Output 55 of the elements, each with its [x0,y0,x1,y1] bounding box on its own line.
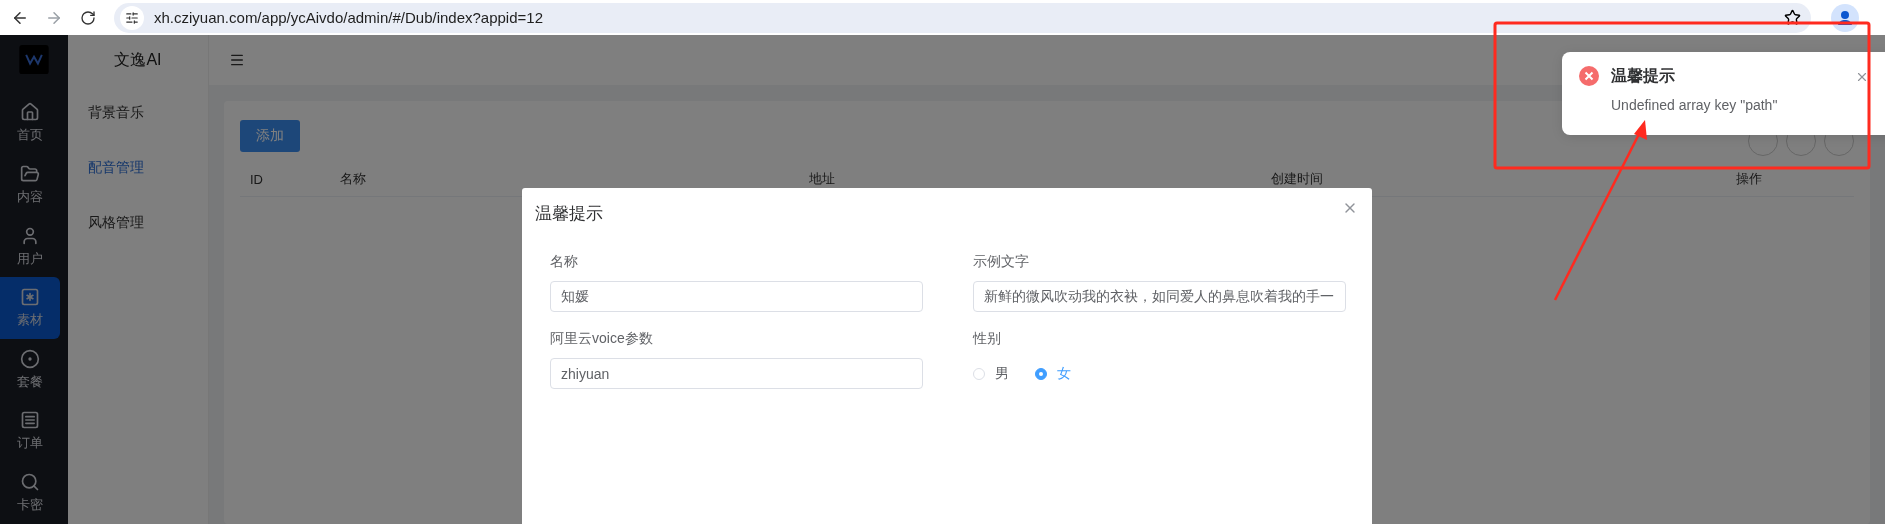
nav-item[interactable]: 内容 [0,154,60,216]
input-field[interactable]: 新鲜的微风吹动我的衣袂，如同爱人的鼻息吹着我的手一 [973,281,1346,312]
nav-item[interactable]: 卡密 [0,462,60,524]
user-icon [20,225,40,246]
notification-message: Undefined array key "path" [1611,97,1778,113]
submenu-item[interactable]: 风格管理 [68,195,208,250]
menu-icon[interactable] [229,52,245,68]
nav-label: 用户 [17,249,43,268]
column-header: ID [249,171,264,187]
nav-label: 素材 [17,311,43,330]
input-field[interactable]: zhiyuan [550,358,923,389]
submenu-item[interactable]: 背景音乐 [68,85,208,140]
error-icon [1579,66,1599,86]
nav-label: 卡密 [17,496,43,515]
nav-item[interactable]: 套餐 [0,339,60,401]
column-header: 地址 [808,170,836,188]
field-label: 名称 [550,253,579,271]
column-header: 创建时间 [1270,170,1324,188]
radio-option[interactable]: 女 [1035,364,1071,383]
notification-title: 温馨提示 [1611,66,1676,86]
url-text: xh.cziyuan.com/app/ycAivdo/admin/#/Dub/index?appid=12 [154,9,544,26]
close-icon [1855,70,1869,84]
nav-item[interactable]: 素材 [0,277,60,339]
nav-item[interactable]: 订单 [0,400,60,463]
reload-icon [80,9,96,26]
folder-icon [20,163,40,184]
field-label: 示例文字 [973,253,1030,271]
radio-label: 女 [1057,364,1071,383]
field-label: 阿里云voice参数 [550,330,654,348]
add-button[interactable]: 添加 [240,120,300,152]
search-icon [20,472,40,493]
brand-title: 文逸AI [113,49,163,70]
input-field[interactable]: 知媛 [550,281,923,312]
square-asterisk-icon [20,287,40,308]
nav-label: 内容 [17,187,43,206]
address-bar[interactable]: xh.cziyuan.com/app/ycAivdo/admin/#/Dub/index?appid=12 [114,2,1811,33]
nav-item[interactable]: 首页 [0,92,60,154]
house-icon [20,102,40,123]
submenu-item[interactable]: 配音管理 [68,140,208,195]
logo-icon [19,45,49,75]
nav-label: 套餐 [17,372,43,391]
nav-label: 订单 [17,434,43,453]
circle-dot-icon [20,348,40,369]
sliders-icon[interactable] [120,5,144,30]
close-button[interactable] [1855,70,1869,84]
field-label: 性别 [973,330,1002,348]
column-header: 名称 [339,170,367,188]
radio-button[interactable] [1035,367,1047,380]
radio-label: 男 [995,364,1009,383]
list-square-icon [20,410,40,431]
nav-label: 首页 [17,126,43,145]
radio-option[interactable]: 男 [973,364,1009,383]
column-header: 操作 [1735,170,1763,188]
dialog-title: 温馨提示 [535,203,604,225]
profile-icon[interactable] [1831,3,1859,32]
